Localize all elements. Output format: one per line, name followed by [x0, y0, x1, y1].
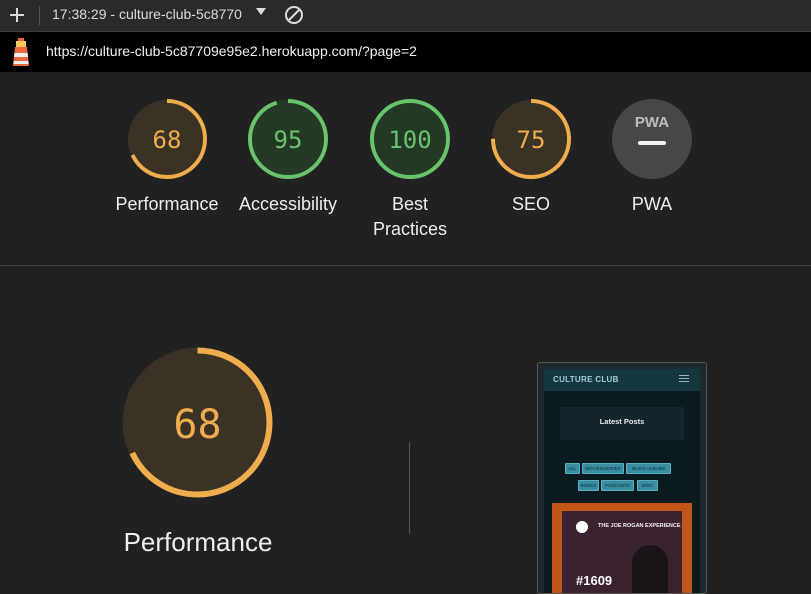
- gauge-ring: 100: [370, 99, 450, 179]
- host-photo: [632, 545, 668, 593]
- filter-chip: PODCASTS: [601, 480, 634, 491]
- gauge-ring: 95: [248, 99, 328, 179]
- report-selector[interactable]: 17:38:29 - culture-club-5c8770: [52, 6, 242, 22]
- site-banner: Latest Posts: [560, 407, 684, 440]
- gauge-pwa[interactable]: PWA PWA: [597, 96, 707, 217]
- filter-chip: MUSIC ALBUMS: [626, 463, 671, 474]
- block-icon[interactable]: [284, 5, 304, 25]
- score-gauges: 68 Performance 95 Accessibility 100 Best…: [0, 72, 811, 266]
- chevron-down-icon[interactable]: [256, 8, 266, 15]
- performance-score-large: 68: [173, 402, 221, 448]
- site-body: Latest Posts ALL MOVIES/SERIES MUSIC ALB…: [544, 391, 700, 593]
- page-url: https://culture-club-5c87709e95e2.heroku…: [46, 43, 417, 59]
- gauge-score: 95: [274, 126, 303, 154]
- site-brand: CULTURE CLUB: [553, 375, 619, 384]
- podcast-logo-icon: [576, 521, 588, 533]
- final-screenshot[interactable]: CULTURE CLUB Latest Posts ALL MOVIES/SER…: [537, 362, 707, 594]
- pwa-badge-text: PWA: [635, 114, 669, 131]
- gauge-label: PWA: [631, 194, 673, 214]
- post-image: THE JOE ROGAN EXPERIENCE #1609: [562, 511, 682, 593]
- filter-chip: MISC: [637, 480, 658, 491]
- filter-chip: MOVIES/SERIES: [582, 463, 624, 474]
- post-title: THE JOE ROGAN EXPERIENCE: [598, 523, 681, 529]
- gauge-label: Performance: [115, 194, 219, 214]
- vertical-divider: [409, 442, 410, 534]
- hamburger-icon: [679, 375, 689, 384]
- pwa-badge-icon: PWA: [612, 99, 692, 179]
- top-toolbar: 17:38:29 - culture-club-5c8770: [0, 0, 811, 32]
- gauge-performance[interactable]: 68 Performance: [112, 96, 222, 217]
- post-card: THE JOE ROGAN EXPERIENCE #1609: [552, 503, 692, 593]
- gauge-label: Best Practices: [372, 194, 448, 239]
- gauge-score: 100: [388, 126, 431, 154]
- gauge-score: 75: [517, 126, 546, 154]
- site-heading: Latest Posts: [599, 417, 645, 426]
- filter-chip: ALL: [565, 463, 580, 474]
- gauge-best-practices[interactable]: 100 Best Practices: [355, 96, 465, 242]
- gauge-label: SEO: [511, 194, 550, 214]
- performance-gauge-large: 68: [122, 347, 273, 498]
- site-header: CULTURE CLUB: [544, 369, 700, 391]
- gauge-ring: 75: [491, 99, 571, 179]
- performance-title: Performance: [123, 527, 273, 557]
- filter-chip: BOOKS: [578, 480, 599, 491]
- gauge-ring: 68: [127, 99, 207, 179]
- gauge-score: 68: [153, 126, 182, 154]
- gauge-label: Accessibility: [238, 194, 338, 214]
- gauge-accessibility[interactable]: 95 Accessibility: [233, 96, 343, 217]
- toolbar-divider: [39, 6, 40, 25]
- lighthouse-icon: [13, 38, 29, 66]
- url-bar: https://culture-club-5c87709e95e2.heroku…: [0, 32, 811, 72]
- plus-icon[interactable]: [6, 4, 28, 26]
- episode-number: #1609: [576, 573, 613, 588]
- gauge-seo[interactable]: 75 SEO: [476, 96, 586, 217]
